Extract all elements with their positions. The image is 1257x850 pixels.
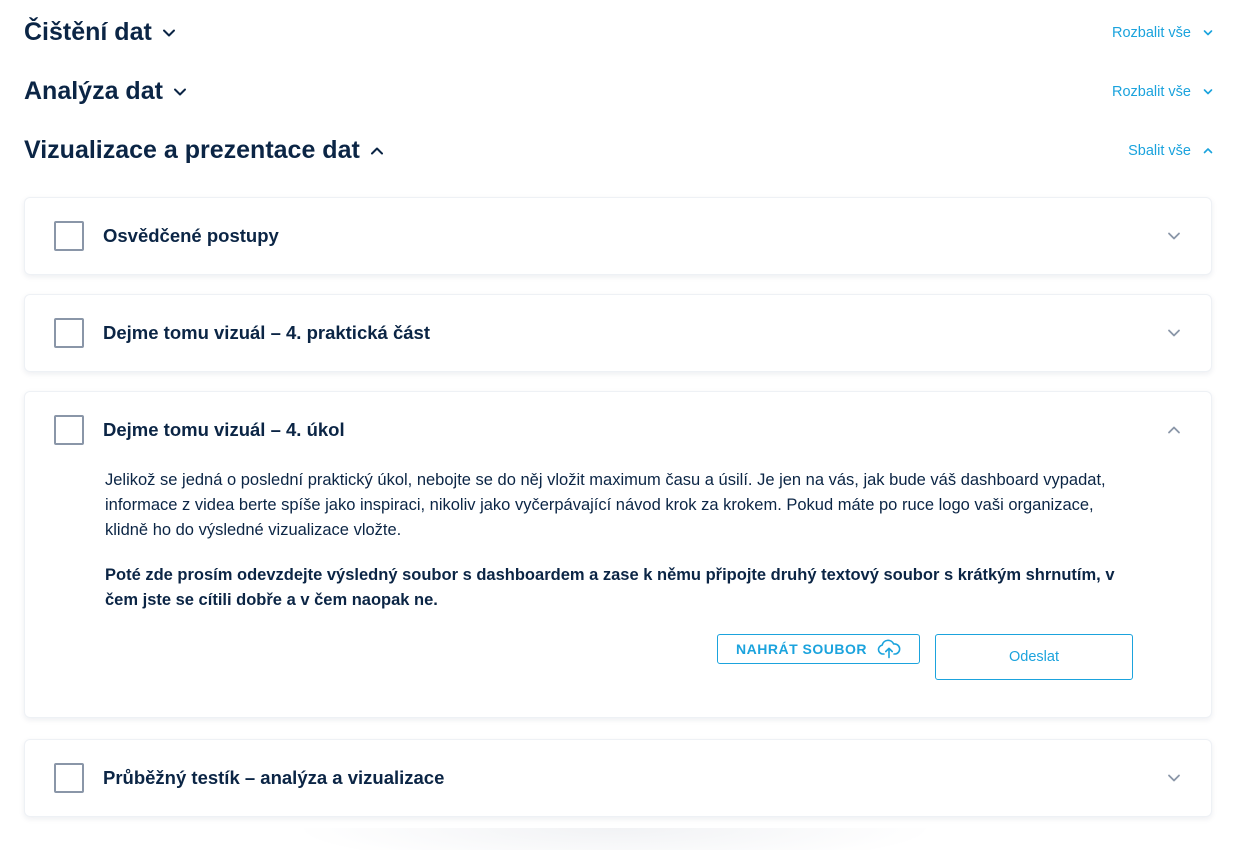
lesson-description: Jelikož se jedná o poslední praktický úk… xyxy=(105,471,1106,539)
completion-checkbox[interactable] xyxy=(54,318,84,348)
lesson-card: Průběžný testík – analýza a vizualizace xyxy=(24,739,1212,817)
section-title-label: Vizualizace a prezentace dat xyxy=(24,136,360,164)
upload-file-label: NAHRÁT SOUBOR xyxy=(736,641,867,657)
course-page: Čištění dat Rozbalit vše Analýza dat Roz… xyxy=(0,0,1257,850)
upload-file-button[interactable]: NAHRÁT SOUBOR xyxy=(717,634,920,664)
chevron-down-icon[interactable] xyxy=(1167,229,1181,243)
section-title-cisteni-dat[interactable]: Čištění dat xyxy=(24,18,176,47)
section-title-vizualizace[interactable]: Vizualizace a prezentace dat xyxy=(24,136,384,165)
lesson-card-header[interactable]: Dejme tomu vizuál – 4. praktická část xyxy=(25,295,1211,371)
chevron-down-icon[interactable] xyxy=(1167,771,1181,785)
lesson-card-header[interactable]: Osvědčené postupy xyxy=(25,198,1211,274)
completion-checkbox[interactable] xyxy=(54,415,84,445)
section-title-label: Čištění dat xyxy=(24,18,152,46)
completion-checkbox[interactable] xyxy=(54,763,84,793)
lesson-actions: NAHRÁT SOUBOR Odeslat xyxy=(105,634,1133,694)
chevron-down-icon xyxy=(1203,88,1213,94)
expand-all-button[interactable]: Rozbalit vše xyxy=(1112,84,1213,100)
lesson-title: Dejme tomu vizuál – 4. úkol xyxy=(103,419,345,440)
section-title-analyza-dat[interactable]: Analýza dat xyxy=(24,77,187,106)
lesson-card-expanded: Dejme tomu vizuál – 4. úkol Jelikož se j… xyxy=(24,391,1212,718)
cloud-upload-icon xyxy=(877,639,901,659)
floating-panel-shadow xyxy=(290,828,940,850)
expand-all-label: Rozbalit vše xyxy=(1112,24,1191,41)
completion-checkbox[interactable] xyxy=(54,221,84,251)
chevron-up-icon xyxy=(370,147,383,154)
section-header-cisteni-dat: Čištění dat Rozbalit vše xyxy=(24,18,1213,47)
lesson-card-header[interactable]: Průběžný testík – analýza a vizualizace xyxy=(25,740,1211,816)
lesson-card: Dejme tomu vizuál – 4. praktická část xyxy=(24,294,1212,372)
section-title-label: Analýza dat xyxy=(24,77,163,105)
chevron-down-icon[interactable] xyxy=(1167,326,1181,340)
collapse-all-button[interactable]: Sbalit vše xyxy=(1128,143,1213,159)
chevron-up-icon xyxy=(1203,147,1213,153)
expand-all-button[interactable]: Rozbalit vše xyxy=(1112,25,1213,41)
lesson-card: Osvědčené postupy xyxy=(24,197,1212,275)
chevron-down-icon xyxy=(1203,29,1213,35)
lesson-title: Osvědčené postupy xyxy=(103,225,279,246)
lesson-title: Průběžný testík – analýza a vizualizace xyxy=(103,767,445,788)
lesson-body: Jelikož se jedná o poslední praktický úk… xyxy=(25,468,1211,694)
chevron-down-icon xyxy=(173,88,186,95)
expand-all-label: Rozbalit vše xyxy=(1112,83,1191,100)
submit-button[interactable]: Odeslat xyxy=(935,634,1133,680)
lesson-title: Dejme tomu vizuál – 4. praktická část xyxy=(103,322,430,343)
section-header-analyza-dat: Analýza dat Rozbalit vše xyxy=(24,77,1213,106)
chevron-down-icon xyxy=(162,29,175,36)
lesson-card-header[interactable]: Dejme tomu vizuál – 4. úkol xyxy=(25,392,1211,468)
collapse-all-label: Sbalit vše xyxy=(1128,142,1191,159)
section-header-vizualizace: Vizualizace a prezentace dat Sbalit vše xyxy=(24,136,1213,165)
chevron-up-icon[interactable] xyxy=(1167,423,1181,437)
lesson-instruction: Poté zde prosím odevzdejte výsledný soub… xyxy=(105,566,1115,609)
